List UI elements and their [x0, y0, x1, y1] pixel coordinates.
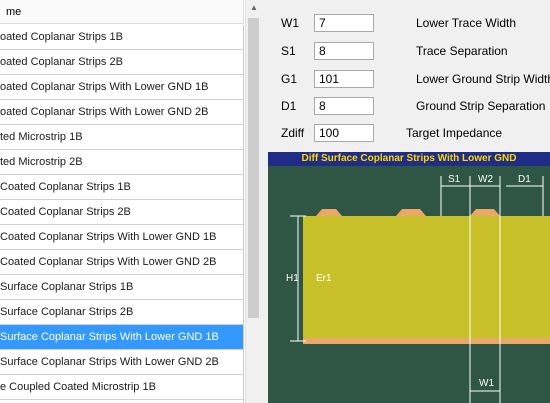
param-input-s1[interactable]: 8 — [314, 42, 374, 60]
list-item[interactable]: Coated Coplanar Strips 2B — [0, 200, 243, 225]
list-item[interactable]: e Coupled Coated Microstrip 1B — [0, 375, 243, 400]
param-label-s1: S1 — [281, 44, 296, 58]
diagram-canvas: S1 W2 D1 H1 Er1 W1 — [268, 166, 550, 403]
param-description-zdiff: Target Impedance — [406, 126, 503, 140]
param-label-zdiff: Zdiff — [281, 126, 305, 140]
param-description-g1: Lower Ground Strip Width — [416, 72, 550, 86]
list-item[interactable]: Surface Coplanar Strips 2B — [0, 300, 243, 325]
diagram-label-w2: W2 — [478, 174, 493, 185]
surface-strip-2 — [396, 209, 426, 216]
list-item[interactable]: Surface Coplanar Strips With Lower GND 1… — [0, 325, 243, 350]
param-label-g1: G1 — [281, 72, 298, 86]
param-input-w1[interactable]: 7 — [314, 14, 374, 32]
lower-ground-plane — [303, 338, 550, 344]
list-item[interactable]: oated Coplanar Strips With Lower GND 1B — [0, 75, 243, 100]
diagram-title: Diff Surface Coplanar Strips With Lower … — [268, 152, 550, 166]
diagram-label-w1: W1 — [479, 378, 494, 389]
list-item[interactable]: ted Microstrip 1B — [0, 125, 243, 150]
diagram-label-d1: D1 — [518, 174, 531, 185]
list-item[interactable]: Surface Coplanar Strips With Lower GND 2… — [0, 350, 243, 375]
diagram-label-er1: Er1 — [316, 273, 332, 284]
list-item[interactable]: Coated Coplanar Strips 1B — [0, 175, 243, 200]
diagram-label-s1: S1 — [448, 174, 461, 185]
param-description-s1: Trace Separation — [416, 44, 508, 58]
param-description-w1: Lower Trace Width — [416, 16, 517, 30]
diagram-label-h1: H1 — [286, 273, 299, 284]
dielectric-layer — [303, 216, 550, 341]
scroll-up-arrow-icon[interactable]: ▲ — [246, 0, 262, 16]
structure-diagram: Diff Surface Coplanar Strips With Lower … — [268, 152, 550, 403]
param-label-d1: D1 — [281, 99, 297, 113]
parameters-panel: W1 7 Lower Trace Width S1 8 Trace Separation G… — [262, 0, 550, 403]
param-input-zdiff[interactable]: 100 — [314, 124, 374, 142]
structure-list-panel: me oated Coplanar Strips 1B oated Coplana… — [0, 0, 262, 403]
surface-strip-3 — [470, 209, 500, 216]
list-vertical-scrollbar[interactable]: ▲ — [245, 0, 262, 403]
param-input-d1[interactable]: 8 — [314, 97, 374, 115]
param-label-w1: W1 — [281, 16, 299, 30]
list-item[interactable]: oated Coplanar Strips 1B — [0, 25, 243, 50]
list-header-label: me — [6, 6, 22, 18]
param-description-d1: Ground Strip Separation — [416, 99, 546, 113]
list-item[interactable]: oated Coplanar Strips With Lower GND 2B — [0, 100, 243, 125]
list-item[interactable]: Coated Coplanar Strips With Lower GND 2B — [0, 250, 243, 275]
list-item[interactable]: ted Microstrip 2B — [0, 150, 243, 175]
list-item[interactable]: oated Coplanar Strips 2B — [0, 50, 243, 75]
list-column-header[interactable]: me — [0, 0, 244, 24]
param-input-g1[interactable]: 101 — [314, 70, 374, 88]
list-item[interactable]: Coated Coplanar Strips With Lower GND 1B — [0, 225, 243, 250]
scrollbar-thumb[interactable] — [248, 18, 259, 318]
surface-strip-1 — [316, 209, 342, 216]
list-item[interactable]: Surface Coplanar Strips 1B — [0, 275, 243, 300]
structure-list[interactable]: oated Coplanar Strips 1B oated Coplanar S… — [0, 25, 244, 403]
